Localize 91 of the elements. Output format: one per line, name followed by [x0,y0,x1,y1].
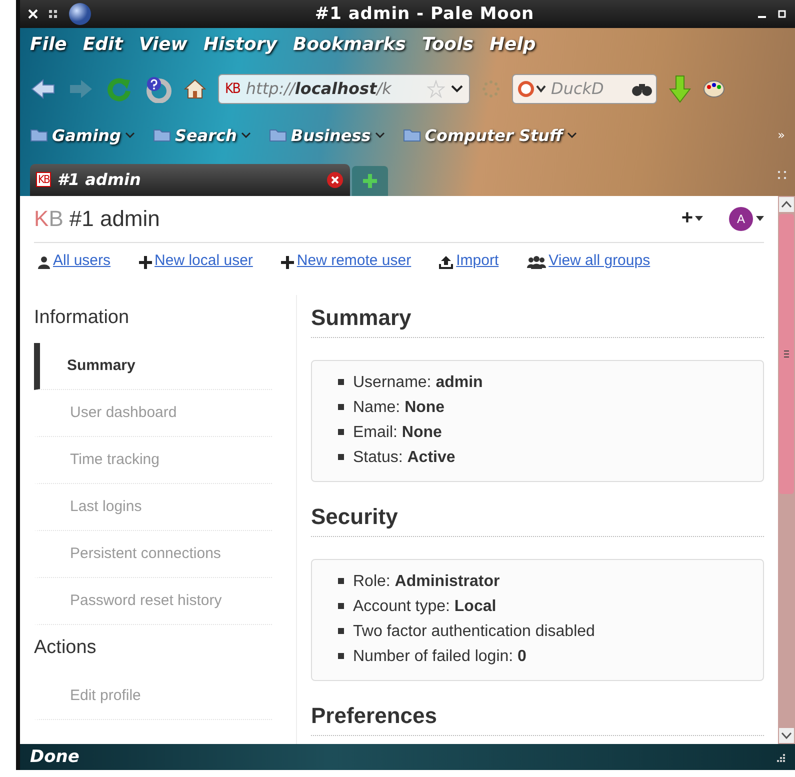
menu-item[interactable]: View [138,34,188,56]
bookmark-folder[interactable]: Gaming [30,126,135,145]
add-menu-button[interactable]: + [679,207,705,230]
sidebar-heading: Information [34,306,130,329]
tab-title: #1 admin [57,170,142,190]
bullet-icon [338,404,344,410]
caret-icon [374,132,385,138]
info-item: Number of failed login: 0 [353,646,526,667]
plus-icon [361,172,379,190]
home-icon[interactable] [184,78,206,100]
section-heading: Preferences [311,692,764,736]
tab-site-label: KB [36,172,52,188]
grip-icon[interactable] [48,8,58,19]
search-placeholder: DuckD [551,79,605,98]
close-icon[interactable] [28,8,38,19]
app-logo: KB [34,206,64,232]
caret-icon [240,132,251,138]
info-item: Two factor authentication disabled [353,622,595,642]
browser-tab[interactable]: KB #1 admin [30,164,350,196]
url-text: http://localhost/k [246,79,393,98]
search-field[interactable]: DuckD [512,74,657,104]
star-icon[interactable] [427,80,445,98]
bullet-icon [338,379,344,386]
status-text: Done [30,747,80,768]
group-icon [526,256,546,270]
user-menu-button[interactable]: A [729,206,764,231]
bullet-icon [338,653,344,660]
sidebar-item[interactable]: Edit profile [34,672,272,720]
bookmark-folder[interactable]: Computer Stuff [402,126,577,145]
caret-icon [756,216,764,222]
back-arrow-icon[interactable] [30,78,56,100]
section-heading: Security [311,494,764,537]
avatar: A [729,206,753,231]
address-field[interactable]: KB http://localhost/k [218,74,470,104]
sidebar-item[interactable]: Time tracking [34,436,272,484]
grip-icon[interactable] [777,170,787,180]
nav-link[interactable]: New local user [138,252,253,270]
folder-icon [402,128,421,142]
bullet-icon [338,429,344,436]
globe-icon [68,2,92,26]
caret-icon [695,216,703,222]
nav-link[interactable]: Import [439,252,499,270]
maximize-icon[interactable] [777,8,787,19]
menu-item[interactable]: File [30,34,67,56]
nav-link[interactable]: View all groups [526,252,650,270]
sidebar-item[interactable]: Last logins [34,484,272,531]
scrollbar[interactable] [778,196,795,744]
sidebar-heading: Actions [34,636,98,659]
sidebar-item[interactable]: Persistent connections [34,530,272,578]
info-item: Account type: Local [353,596,496,617]
plus-icon [138,256,152,270]
upload-icon [439,256,454,270]
caret-icon [124,132,135,138]
info-item: Email: None [353,422,442,443]
info-item: Name: None [353,398,445,418]
nav-link[interactable]: New remote user [280,252,412,270]
search-engine-icon[interactable] [517,80,547,98]
section-heading: Summary [311,294,764,338]
spinner-icon [482,80,500,98]
caret-icon[interactable] [451,84,463,93]
sidebar-item[interactable]: Summary [34,342,272,390]
menu-item[interactable]: History [203,34,277,56]
plus-icon [280,256,294,270]
close-icon[interactable] [326,170,344,189]
page-title: #1 admin [69,206,161,232]
bullet-icon [338,578,344,584]
menu-item[interactable]: Edit [82,34,123,56]
bookmark-folder[interactable]: Search [152,126,251,145]
help-icon[interactable] [144,74,172,103]
info-item: Username: admin [353,372,483,393]
sidebar-item[interactable]: User dashboard [34,390,272,437]
bullet-icon [338,454,344,460]
bullet-icon [338,603,344,610]
resize-grip-icon[interactable] [775,752,785,762]
menu-item[interactable]: Tools [422,34,474,56]
window-title: #1 admin - Pale Moon [314,4,536,24]
menu-item[interactable]: Bookmarks [292,34,406,56]
info-item: Role: Administrator [353,572,500,592]
folder-icon [30,128,48,142]
overflow-chevron[interactable]: » [778,128,785,142]
user-icon [38,256,50,270]
nav-link[interactable]: All users [38,252,111,270]
info-item: Status: Active [353,448,456,468]
folder-icon [152,128,171,142]
menu-item[interactable]: Help [489,34,536,56]
bullet-icon [338,628,344,634]
folder-icon [268,128,287,142]
caret-icon [566,132,577,138]
sidebar-item[interactable]: Password reset history [34,578,272,625]
bookmark-folder[interactable]: Business [268,126,385,145]
site-label: KB [225,80,240,97]
